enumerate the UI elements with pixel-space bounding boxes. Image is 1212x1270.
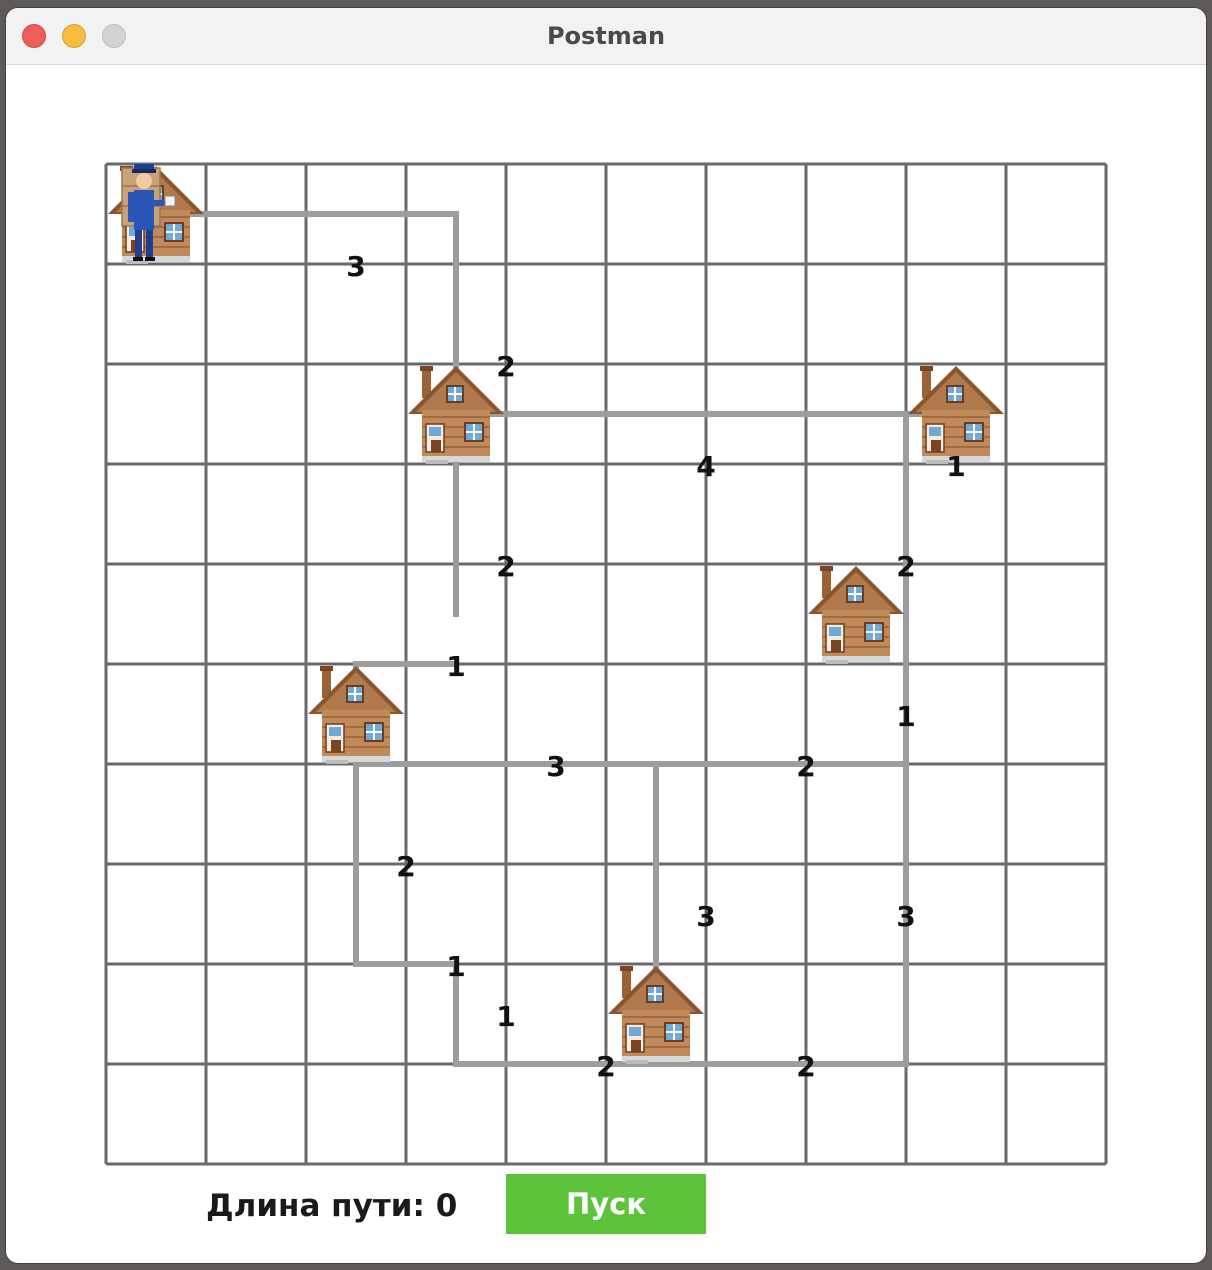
road-weight-label: 3 — [546, 750, 565, 783]
road-weight-label: 3 — [696, 900, 715, 933]
house-icon[interactable] — [307, 665, 405, 765]
road-weight-label: 2 — [896, 550, 915, 583]
road-weight-label: 3 — [896, 900, 915, 933]
house-icon[interactable] — [607, 965, 705, 1065]
road-weight-label: 2 — [496, 350, 515, 383]
path-length-value: 0 — [435, 1188, 458, 1224]
road-weight-label: 1 — [446, 950, 465, 983]
path-length-label: Длина пути: — [206, 1188, 425, 1224]
road-weight-label: 1 — [496, 1000, 515, 1033]
road-weight-label: 1 — [946, 450, 965, 483]
road-weight-label: 1 — [446, 650, 465, 683]
road-weight-label: 1 — [896, 700, 915, 733]
path-length: Длина пути: 0 — [206, 1188, 457, 1224]
road-weight-label: 4 — [696, 450, 715, 483]
road-weight-label: 2 — [396, 850, 415, 883]
app-window: Postman 3 2 4 1 2 2 1 1 3 2 2 3 3 1 1 2 … — [6, 8, 1206, 1263]
road-weight-label: 2 — [496, 550, 515, 583]
road-weight-label: 2 — [796, 1050, 815, 1083]
road-weight-label: 2 — [796, 750, 815, 783]
game-board[interactable]: 324 122113 223 3112 2 — [6, 8, 1206, 1168]
road-weight-label: 2 — [596, 1050, 615, 1083]
house-icon[interactable] — [407, 365, 505, 465]
road-weight-label: 3 — [346, 250, 365, 283]
house-icon[interactable] — [807, 565, 905, 665]
start-button[interactable]: Пуск — [506, 1174, 706, 1234]
